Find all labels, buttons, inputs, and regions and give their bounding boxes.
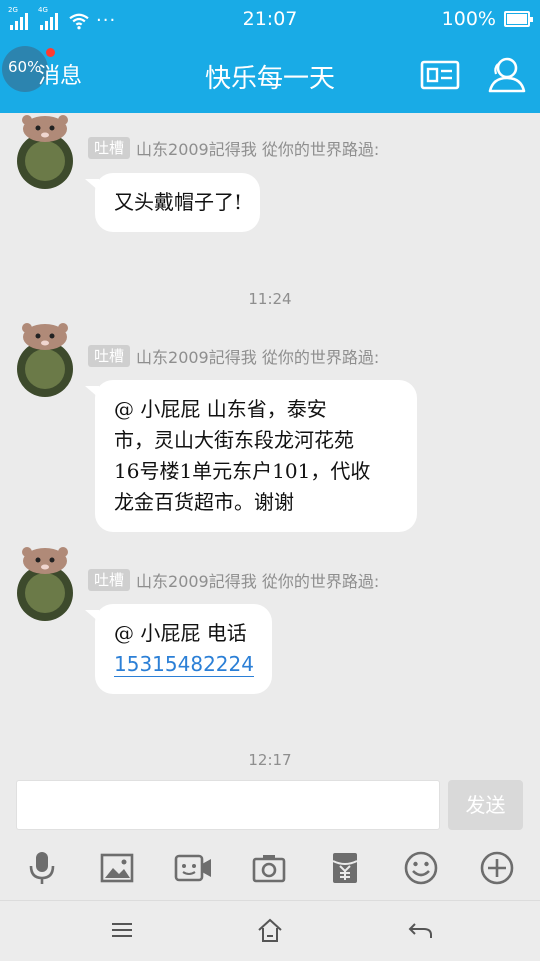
sender-name[interactable]: 山东2009記得我 從你的世界路過: xyxy=(136,136,379,160)
system-nav-bar xyxy=(0,900,540,961)
notification-dot xyxy=(46,48,55,57)
input-toolbar xyxy=(0,838,540,900)
person-icon[interactable] xyxy=(485,54,527,96)
back-icon[interactable] xyxy=(406,916,434,944)
sender-name[interactable]: 山东2009記得我 從你的世界路過: xyxy=(136,568,379,592)
battery-icon xyxy=(504,11,533,27)
hamster-avatar-icon[interactable] xyxy=(14,115,76,189)
camera-icon[interactable] xyxy=(251,850,287,886)
message-line: 市，灵山大街东段龙河花苑 xyxy=(114,428,354,452)
hamster-avatar-icon[interactable] xyxy=(14,547,76,621)
message-meta: 吐槽 山东2009記得我 從你的世界路過: xyxy=(88,569,379,591)
message-bubble[interactable]: @ 小屁屁 电话 15315482224 xyxy=(85,604,272,694)
message-line: @ 小屁屁 电话 xyxy=(114,621,247,645)
rant-tag: 吐槽 xyxy=(88,345,131,367)
microphone-icon[interactable] xyxy=(24,850,60,886)
message-meta: 吐槽 山东2009記得我 從你的世界路過: xyxy=(88,345,379,367)
message-bubble[interactable]: @ 小屁屁 山东省，泰安 市，灵山大街东段龙河花苑 16号楼1单元东户101，代… xyxy=(85,380,417,532)
phone-number-link[interactable]: 15315482224 xyxy=(114,652,254,677)
hamster-avatar-icon[interactable] xyxy=(14,323,76,397)
video-icon[interactable] xyxy=(173,850,213,886)
message-line: 龙金百货超市。谢谢 xyxy=(114,490,294,514)
chat-area[interactable]: 吐槽 山东2009記得我 從你的世界路過: 又头戴帽子了! 11:24 吐槽 山… xyxy=(0,113,540,775)
rant-tag: 吐槽 xyxy=(88,569,131,591)
message-bubble[interactable]: 又头戴帽子了! xyxy=(84,173,261,232)
message-line: 又头戴帽子了! xyxy=(114,190,243,214)
status-bar: 2G 4G ··· 21:07 100% xyxy=(0,0,540,38)
menu-icon[interactable] xyxy=(108,916,136,944)
status-right: 100% xyxy=(441,8,533,30)
id-card-icon[interactable] xyxy=(419,54,461,96)
rant-tag: 吐槽 xyxy=(88,137,131,159)
timestamp: 12:17 xyxy=(248,751,292,769)
message-input[interactable] xyxy=(16,780,440,830)
message-line: 16号楼1单元东户101，代收 xyxy=(114,459,371,483)
plus-icon[interactable] xyxy=(479,850,515,886)
message-meta: 吐槽 山东2009記得我 從你的世界路過: xyxy=(88,137,379,159)
send-button[interactable]: 发送 xyxy=(448,780,523,830)
input-bar: 发送 xyxy=(0,775,540,838)
home-icon[interactable] xyxy=(256,916,284,944)
battery-percent: 100% xyxy=(441,8,496,30)
image-icon[interactable] xyxy=(99,850,135,886)
message-line: @ 小屁屁 山东省，泰安 xyxy=(114,397,327,421)
emoji-icon[interactable] xyxy=(403,850,439,886)
red-packet-icon[interactable] xyxy=(327,850,363,886)
timestamp: 11:24 xyxy=(248,290,292,308)
sender-name[interactable]: 山东2009記得我 從你的世界路過: xyxy=(136,344,379,368)
top-bar: 2G 4G ··· 21:07 100% 60% 消息 快乐每一天 xyxy=(0,0,540,113)
